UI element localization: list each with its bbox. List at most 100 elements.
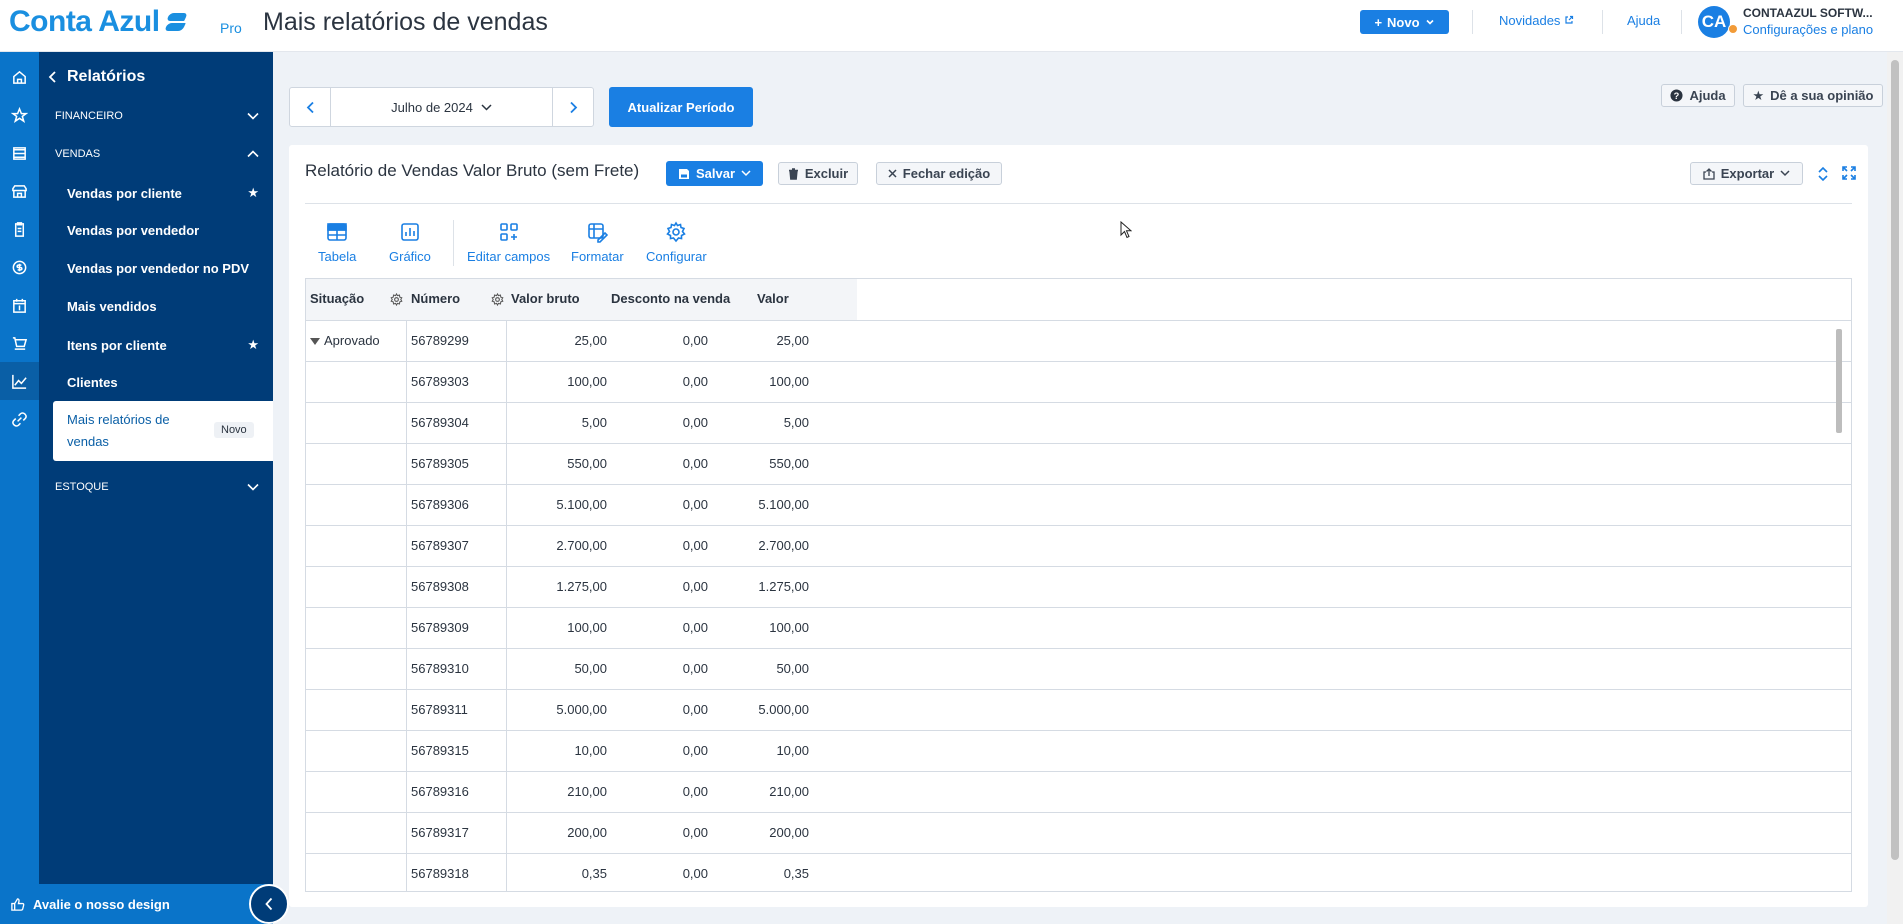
trash-icon (788, 167, 798, 180)
sidebar-item-mais-relatorios[interactable]: Mais relatórios de vendas Novo (53, 401, 273, 461)
rate-design-link[interactable]: Avalie o nosso design (0, 884, 273, 924)
close-icon (888, 169, 897, 178)
section-estoque[interactable]: ESTOQUE (55, 481, 259, 493)
table-row[interactable]: 56789318 0,35 0,00 0,35 (306, 854, 1851, 891)
section-label: ESTOQUE (55, 481, 109, 493)
new-button[interactable]: + Novo (1360, 10, 1449, 34)
cell-valor-bruto: 50,00 (574, 661, 607, 676)
sidebar-item-mais-vendidos[interactable]: Mais vendidos (67, 299, 259, 314)
table-icon (327, 223, 347, 241)
avatar[interactable]: CA (1698, 6, 1730, 38)
table-view-tool[interactable]: Tabela (318, 221, 356, 264)
chevron-left-icon (48, 71, 56, 83)
novidades-link[interactable]: Novidades (1499, 13, 1574, 28)
cell-desconto: 0,00 (682, 784, 708, 799)
back-to-reports[interactable]: Relatórios (48, 68, 145, 86)
cell-valor: 5.000,00 (758, 702, 809, 717)
cell-valor-bruto: 100,00 (567, 374, 607, 389)
table-row[interactable]: 56789317 200,00 0,00 200,00 (306, 813, 1851, 854)
new-button-label: Novo (1387, 14, 1420, 30)
help-button[interactable]: ? Ajuda (1661, 84, 1735, 107)
column-header-valor-bruto[interactable]: Valor bruto (511, 291, 580, 306)
star-icon[interactable] (0, 96, 39, 134)
save-button[interactable]: Salvar (666, 161, 763, 186)
previous-period-button[interactable] (290, 88, 331, 126)
table-row[interactable]: 56789306 5.100,00 0,00 5.100,00 (306, 485, 1851, 526)
star-filled-icon[interactable]: ★ (247, 337, 259, 353)
group-toggle[interactable]: Aprovado (310, 333, 380, 348)
home-icon[interactable] (0, 58, 39, 96)
cell-valor: 100,00 (769, 374, 809, 389)
expand-collapse-icon[interactable] (1817, 166, 1829, 182)
close-edit-button[interactable]: Fechar edição (876, 162, 1002, 185)
table-row[interactable]: 56789310 50,00 0,00 50,00 (306, 649, 1851, 690)
chart-view-tool[interactable]: Gráfico (389, 221, 431, 264)
money-icon[interactable] (0, 248, 39, 286)
settings-plan-link[interactable]: Configurações e plano (1743, 22, 1873, 37)
svg-text:?: ? (1674, 91, 1680, 101)
sidebar-item-vendas-por-cliente[interactable]: Vendas por cliente ★ (67, 185, 259, 201)
bank-icon[interactable] (0, 134, 39, 172)
fullscreen-icon[interactable] (1842, 166, 1856, 180)
export-button[interactable]: Exportar (1690, 162, 1803, 185)
brand-logo[interactable]: Conta Azul (9, 5, 190, 39)
cell-valor: 50,00 (776, 661, 809, 676)
gear-icon[interactable] (491, 293, 504, 306)
table-row[interactable]: Aprovado 56789299 25,00 0,00 25,00 (306, 321, 1851, 362)
cell-valor-bruto: 550,00 (567, 456, 607, 471)
column-header-numero[interactable]: Número (411, 291, 460, 306)
table-row[interactable]: 56789311 5.000,00 0,00 5.000,00 (306, 690, 1851, 731)
link-icon[interactable] (0, 400, 39, 438)
feedback-button[interactable]: ★ Dê a sua opinião (1743, 84, 1883, 107)
cell-desconto: 0,00 (682, 538, 708, 553)
caret-down-icon (310, 338, 320, 346)
sidebar-item-label: Itens por cliente (67, 337, 167, 353)
column-header-situacao[interactable]: Situação (310, 291, 364, 306)
sidebar-title: Relatórios (67, 68, 146, 85)
cart-icon[interactable] (0, 324, 39, 362)
sidebar-item-vendas-pdv[interactable]: Vendas por vendedor no PDV (67, 261, 259, 276)
company-name[interactable]: CONTAAZUL SOFTW... (1743, 6, 1873, 20)
section-vendas[interactable]: VENDAS (55, 148, 259, 160)
footer-label: Avalie o nosso design (33, 896, 170, 912)
page-scrollbar-thumb[interactable] (1891, 60, 1899, 860)
table-row[interactable]: 56789305 550,00 0,00 550,00 (306, 444, 1851, 485)
plan-label: Pro (220, 20, 242, 36)
column-header-desconto[interactable]: Desconto na venda (611, 291, 730, 306)
table-row[interactable]: 56789304 5,00 0,00 5,00 (306, 403, 1851, 444)
sidebar-item-label: Mais relatórios de vendas (67, 412, 170, 449)
calendar-money-icon[interactable] (0, 286, 39, 324)
table-row[interactable]: 56789315 10,00 0,00 10,00 (306, 731, 1851, 772)
format-tool[interactable]: Formatar (571, 221, 624, 264)
next-period-button[interactable] (552, 88, 593, 126)
reports-chart-icon[interactable] (0, 362, 39, 400)
cell-desconto: 0,00 (682, 374, 708, 389)
gear-icon[interactable] (390, 293, 403, 306)
store-icon[interactable] (0, 172, 39, 210)
sidebar-item-vendas-por-vendedor[interactable]: Vendas por vendedor (67, 223, 259, 238)
sidebar-item-itens-por-cliente[interactable]: Itens por cliente ★ (67, 337, 259, 353)
collapse-sidebar-button[interactable] (249, 884, 289, 924)
star-filled-icon[interactable]: ★ (247, 185, 259, 201)
period-dropdown[interactable]: Julho de 2024 (331, 88, 552, 126)
edit-fields-tool[interactable]: Editar campos (467, 221, 550, 264)
header-divider (1472, 10, 1473, 34)
column-header-valor[interactable]: Valor (757, 291, 789, 306)
export-icon (1703, 167, 1715, 180)
configure-tool[interactable]: Configurar (646, 221, 707, 264)
table-row[interactable]: 56789303 100,00 0,00 100,00 (306, 362, 1851, 403)
delete-button[interactable]: Excluir (778, 162, 858, 185)
table-row[interactable]: 56789309 100,00 0,00 100,00 (306, 608, 1851, 649)
refresh-period-button[interactable]: Atualizar Período (609, 87, 753, 127)
star-icon: ★ (1752, 87, 1765, 103)
sidebar-item-clientes[interactable]: Clientes (67, 375, 259, 390)
section-financeiro[interactable]: FINANCEIRO (55, 110, 259, 122)
sidebar-item-label: Vendas por vendedor no PDV (67, 261, 250, 276)
clipboard-icon[interactable] (0, 210, 39, 248)
table-row[interactable]: 56789316 210,00 0,00 210,00 (306, 772, 1851, 813)
table-row[interactable]: 56789308 1.275,00 0,00 1.275,00 (306, 567, 1851, 608)
chevron-right-icon (569, 101, 577, 113)
table-scrollbar[interactable] (1836, 329, 1842, 433)
help-link[interactable]: Ajuda (1627, 13, 1660, 28)
table-row[interactable]: 56789307 2.700,00 0,00 2.700,00 (306, 526, 1851, 567)
